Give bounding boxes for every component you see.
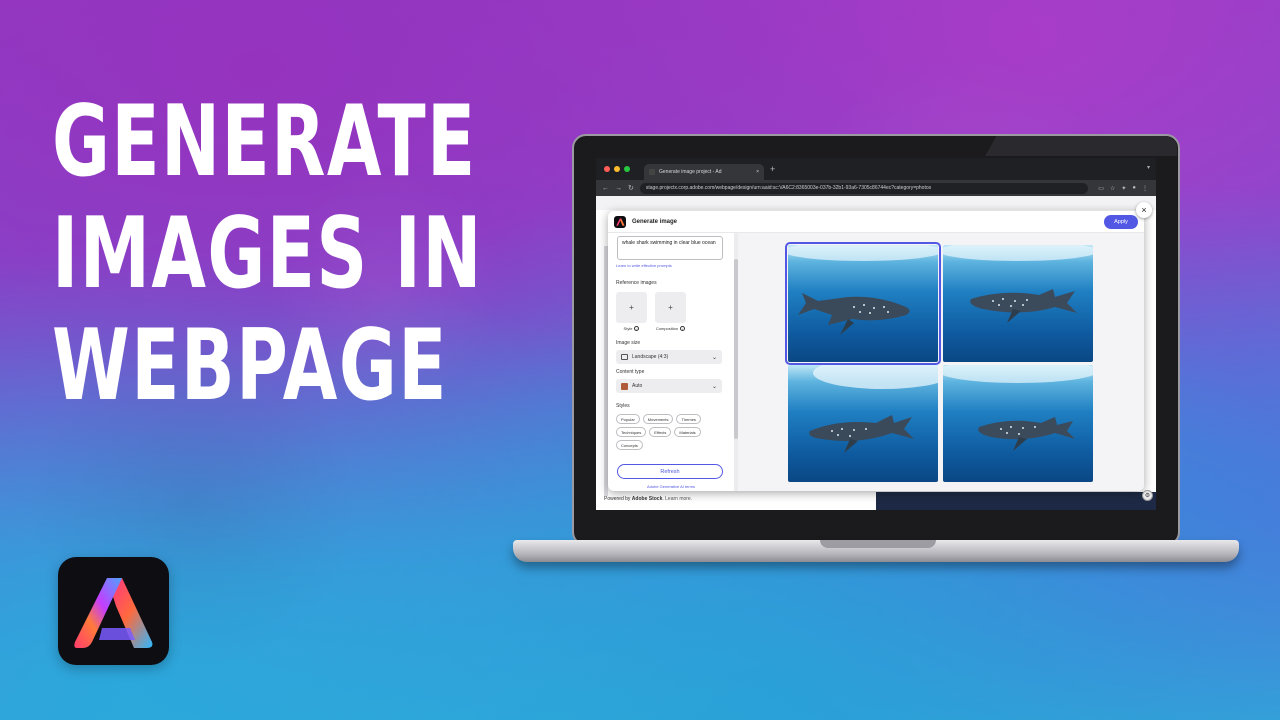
settings-gear-icon[interactable]: ⚙: [1142, 490, 1153, 501]
generated-images-grid: [738, 233, 1144, 491]
new-tab-button[interactable]: +: [770, 164, 775, 174]
attribution-learn-more[interactable]: . Learn more.: [662, 496, 692, 502]
composition-reference: + Composition i: [655, 292, 686, 331]
generate-image-dialog: Generate image Apply whale shark swimmin…: [608, 211, 1144, 491]
style-chip-techniques[interactable]: Techniques: [616, 427, 647, 437]
prompt-input[interactable]: whale shark swimming in clear blue ocean: [617, 236, 723, 260]
profile-icon[interactable]: ●: [1132, 185, 1136, 192]
image-size-value: Landscape (4:3): [632, 354, 669, 360]
dialog-title: Generate image: [632, 218, 678, 225]
tab-favicon-icon: [649, 169, 655, 175]
reference-images-label: Reference images: [616, 280, 657, 286]
tab-search-icon[interactable]: ▾: [1147, 164, 1150, 171]
reload-icon[interactable]: ↻: [628, 184, 634, 192]
extensions-icon[interactable]: ✦: [1121, 185, 1126, 192]
content-type-thumbnail-icon: [621, 382, 628, 390]
back-icon[interactable]: ←: [602, 185, 609, 192]
whale-shark-image-2[interactable]: [943, 245, 1093, 362]
tab-title: Generate image project - Ad: [659, 169, 722, 175]
browser-tab-bar: Generate image project - Ad × + ▾: [596, 158, 1156, 180]
dialog-header: Generate image Apply: [608, 211, 1144, 233]
headline: GENERATE IMAGES IN WEBPAGE: [52, 85, 483, 423]
url-text: stage.projectx.corp.adobe.com/webpage/de…: [645, 185, 932, 191]
add-style-reference-button[interactable]: +: [616, 292, 647, 323]
browser-menu-icon[interactable]: ⋮: [1142, 185, 1148, 192]
image-size-select[interactable]: Landscape (4:3) ⌄: [616, 350, 722, 364]
content-type-value: Auto: [632, 383, 643, 389]
info-icon[interactable]: i: [680, 326, 686, 331]
adobe-express-small-icon: [614, 215, 626, 228]
close-dialog-button[interactable]: ×: [1136, 202, 1152, 218]
content-type-label: Content type: [616, 369, 645, 375]
style-chip-concepts[interactable]: Concepts: [616, 440, 643, 450]
stock-attribution: Powered by Adobe Stock. Learn more.: [604, 496, 692, 502]
url-field[interactable]: stage.projectx.corp.adobe.com/webpage/de…: [639, 182, 1089, 194]
adobe-express-a-icon: [73, 578, 152, 648]
tab-close-icon[interactable]: ×: [756, 169, 759, 175]
bookmark-star-icon[interactable]: ☆: [1110, 185, 1115, 192]
whale-shark-image-3[interactable]: [788, 365, 938, 482]
cast-icon[interactable]: ▭: [1098, 185, 1104, 192]
generative-ai-terms-link[interactable]: Adobe Generative AI terms: [608, 484, 734, 489]
forward-icon[interactable]: →: [615, 185, 622, 192]
style-reference: + Style i: [616, 292, 647, 331]
generate-options-panel: whale shark swimming in clear blue ocean…: [608, 233, 734, 491]
attribution-brand: Adobe Stock: [631, 496, 663, 502]
whale-shark-image-1[interactable]: [785, 242, 941, 365]
webpage-toolbar: [596, 196, 1156, 210]
adobe-express-logo: [58, 557, 169, 665]
whale-shark-image-4[interactable]: [943, 365, 1093, 482]
composition-reference-label: Composition: [655, 326, 679, 331]
laptop-bezel-highlight: [985, 136, 1177, 156]
learn-prompts-link[interactable]: Learn to write effective prompts: [616, 263, 726, 268]
browser-address-bar: ← → ↻ stage.projectx.corp.adobe.com/webp…: [596, 180, 1156, 196]
image-size-label: Image size: [616, 340, 641, 346]
window-minimize-dot[interactable]: [614, 166, 620, 172]
add-composition-reference-button[interactable]: +: [655, 292, 686, 323]
style-chip-materials[interactable]: Materials: [674, 427, 701, 437]
style-chip-effects[interactable]: Effects: [649, 427, 672, 437]
prompt-text: whale shark swimming in clear blue ocean: [622, 240, 716, 246]
style-chip-themes[interactable]: Themes: [676, 414, 701, 424]
chevron-down-icon: ⌄: [711, 383, 717, 390]
info-icon[interactable]: i: [634, 326, 640, 331]
window-zoom-dot[interactable]: [624, 166, 630, 172]
headline-line-3: WEBPAGE: [52, 309, 448, 423]
webpage-dark-section: [876, 492, 1156, 510]
laptop-groove: [820, 540, 936, 548]
browser-tab[interactable]: Generate image project - Ad ×: [644, 164, 764, 180]
refresh-button[interactable]: Refresh: [617, 464, 723, 479]
style-chip-popular[interactable]: Popular: [616, 414, 640, 424]
style-chips: Popular Movements Themes Techniques Effe…: [616, 414, 724, 450]
headline-line-2: IMAGES IN: [52, 197, 483, 311]
style-chip-movements[interactable]: Movements: [642, 414, 674, 424]
attribution-prefix: Powered by: [604, 496, 632, 502]
landscape-icon: [621, 354, 628, 360]
reference-images-row: + Style i + Composition i: [616, 292, 726, 331]
styles-label: Styles: [616, 403, 630, 409]
headline-line-1: GENERATE: [52, 85, 477, 199]
content-type-select[interactable]: Auto ⌄: [616, 379, 722, 393]
apply-button[interactable]: Apply: [1104, 215, 1138, 229]
chevron-down-icon: ⌄: [711, 354, 717, 361]
window-close-dot[interactable]: [604, 166, 610, 172]
style-reference-label: Style: [623, 326, 633, 331]
